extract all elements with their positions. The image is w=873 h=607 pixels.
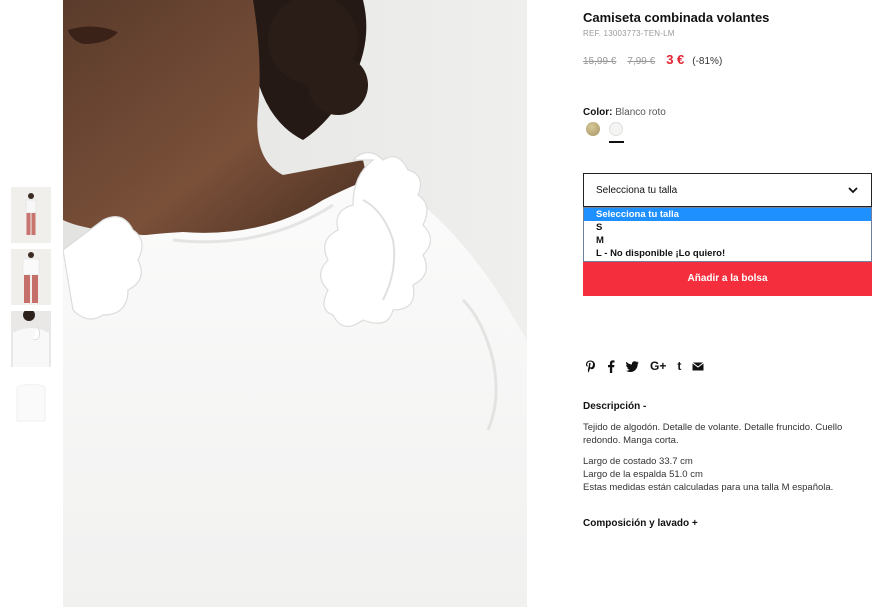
measurement-side-length: Largo de costado 33.7 cm <box>583 456 693 467</box>
price-row: 15,99 € 7,99 € 3 € (-81%) <box>583 52 722 67</box>
tumblr-icon[interactable]: t <box>677 359 681 373</box>
thumbnail-1[interactable] <box>11 187 51 243</box>
pinterest-icon[interactable] <box>585 359 596 373</box>
share-icons: G+ t <box>585 359 715 373</box>
color-label-row: Color: Blanco roto <box>583 107 666 118</box>
thumbnail-2[interactable] <box>11 249 51 305</box>
size-select[interactable]: Selecciona tu talla <box>583 173 872 207</box>
twitter-icon[interactable] <box>626 359 639 373</box>
thumbnail-4[interactable] <box>11 373 51 429</box>
size-select-value: Selecciona tu talla <box>596 185 678 196</box>
color-swatches <box>586 122 632 136</box>
thumbnail-list <box>11 187 51 435</box>
product-main-image <box>63 0 527 607</box>
thumbnail-3[interactable] <box>11 311 51 367</box>
composition-toggle[interactable]: Composición y lavado + <box>583 518 698 529</box>
product-title: Camiseta combinada volantes <box>583 10 770 25</box>
size-option-placeholder[interactable]: Selecciona tu talla <box>584 208 871 221</box>
description-toggle[interactable]: Descripción - <box>583 401 646 412</box>
color-value: Blanco roto <box>615 107 666 118</box>
facebook-icon[interactable] <box>607 359 615 373</box>
description-body: Tejido de algodón. Detalle de volante. D… <box>583 421 873 494</box>
discount-badge: (-81%) <box>692 56 723 67</box>
previous-price: 7,99 € <box>627 56 656 67</box>
measurement-back-length: Largo de la espalda 51.0 cm <box>583 469 703 480</box>
swatch-gold[interactable] <box>586 122 600 136</box>
mail-icon[interactable] <box>692 359 705 373</box>
measurement-note: Estas medidas están calculadas para una … <box>583 482 834 493</box>
size-option-m[interactable]: M <box>584 234 871 247</box>
size-option-s[interactable]: S <box>584 221 871 234</box>
googleplus-icon[interactable]: G+ <box>650 359 666 373</box>
color-label: Color: <box>583 107 613 118</box>
size-option-l[interactable]: L - No disponible ¡Lo quiero! <box>584 247 871 260</box>
add-to-bag-button[interactable]: Añadir a la bolsa <box>583 262 872 296</box>
selected-swatch-indicator <box>609 141 624 143</box>
swatch-white[interactable] <box>609 122 623 136</box>
original-price: 15,99 € <box>583 56 617 67</box>
product-reference: REF. 13003773-TEN-LM <box>583 29 675 38</box>
size-options-list: Selecciona tu talla S M L - No disponibl… <box>583 207 872 262</box>
description-text: Tejido de algodón. Detalle de volante. D… <box>583 422 843 446</box>
current-price: 3 € <box>666 52 685 67</box>
chevron-down-icon <box>848 187 858 194</box>
